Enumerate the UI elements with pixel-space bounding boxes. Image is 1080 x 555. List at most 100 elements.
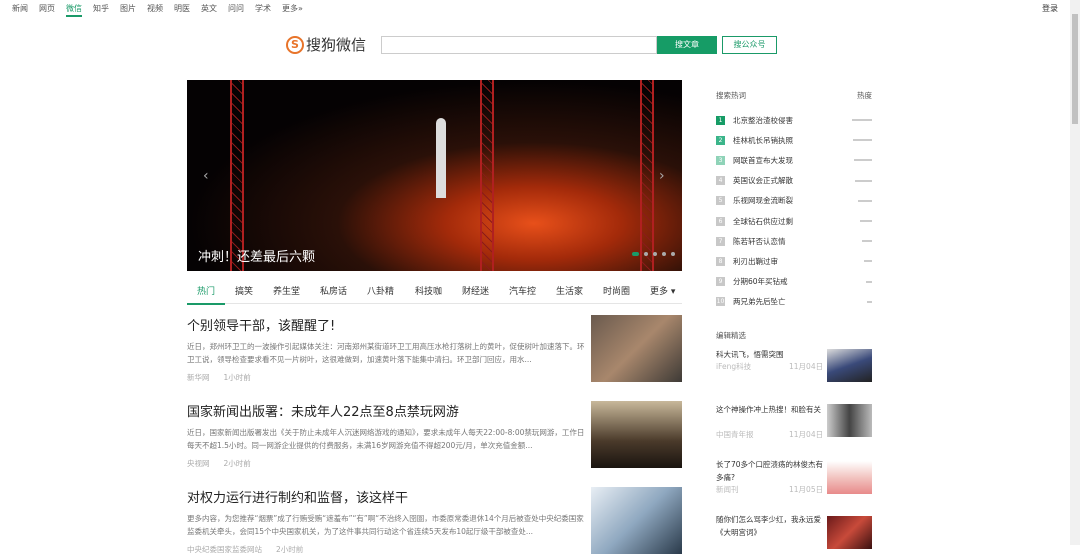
nav-news[interactable]: 新闻 — [12, 3, 28, 14]
hot-search-label[interactable]: 网联首宣布大发现 — [733, 155, 793, 166]
tab-private[interactable]: 私房话 — [320, 284, 347, 297]
article-time: 2小时前 — [276, 545, 304, 554]
carousel-dot[interactable] — [632, 252, 639, 256]
hot-search-item[interactable]: 7 陈若轩否认恋情 — [716, 231, 872, 251]
sogou-weixin-logo[interactable]: S 搜狗微信 — [286, 34, 366, 55]
article-summary: 近日，郑州环卫工的一波操作引起媒体关注：河南郑州某街道环卫工用高压水枪打落树上的… — [187, 342, 585, 364]
tab-auto[interactable]: 汽车控 — [509, 284, 536, 297]
nav-wenwen[interactable]: 问问 — [228, 3, 244, 14]
carousel-dot[interactable] — [653, 252, 657, 256]
tab-gossip[interactable]: 八卦精 — [367, 284, 394, 297]
pick-date: 11月05日 — [789, 485, 824, 494]
pick-date: 11月04日 — [789, 362, 824, 371]
pick-title[interactable]: 随你们怎么骂李少红，我永远爱《大明宫词》 — [716, 513, 824, 539]
article-source[interactable]: 中央纪委国家监委网站 — [187, 545, 262, 554]
article-source[interactable]: 新华网 — [187, 373, 210, 382]
hot-search-label[interactable]: 分期60年买钻戒 — [733, 276, 788, 287]
logo-text: 搜狗微信 — [306, 36, 367, 54]
rank-badge: 6 — [716, 216, 725, 226]
hot-search-item[interactable]: 3 网联首宣布大发现 — [716, 150, 872, 170]
tab-funny[interactable]: 搞笑 — [235, 284, 253, 297]
heat-label: 热度 — [857, 91, 872, 100]
pick-title[interactable]: 长了70多个口腔溃疡的林俊杰有多痛? — [716, 458, 824, 484]
hot-search-item[interactable]: 8 利刃出鞘过审 — [716, 251, 872, 271]
hot-search-item[interactable]: 1 北京整治渣校侵害 — [716, 110, 872, 130]
carousel-prev-icon[interactable]: ‹ — [203, 168, 209, 184]
rank-badge: 10 — [716, 297, 725, 307]
article-item: 国家新闻出版署：未成年人22点至8点禁玩网游 近日，国家新闻出版署发出《关于防止… — [187, 401, 587, 469]
article-thumbnail[interactable] — [591, 315, 682, 382]
login-link[interactable]: 登录 — [1042, 3, 1058, 14]
nav-web[interactable]: 网页 — [39, 3, 55, 14]
tab-life[interactable]: 生活家 — [556, 284, 583, 297]
article-thumbnail[interactable] — [591, 401, 682, 468]
article-source[interactable]: 央视网 — [187, 459, 210, 468]
hot-search-label[interactable]: 两兄弟先后坠亡 — [733, 296, 786, 307]
launch-tower — [230, 80, 244, 271]
pick-thumbnail[interactable] — [827, 349, 872, 382]
heat-bar — [864, 260, 872, 263]
pick-title[interactable]: 这个神操作冲上热搜！和脸有关 — [716, 403, 824, 416]
heat-bar — [852, 119, 872, 122]
hot-search-label[interactable]: 陈若轩否认恋情 — [733, 236, 786, 247]
carousel-caption[interactable]: 冲刺！还差最后六颗 — [198, 246, 315, 265]
hot-search-item[interactable]: 2 桂林机长吊销执照 — [716, 130, 872, 150]
pick-thumbnail[interactable] — [827, 404, 872, 437]
tab-health[interactable]: 养生堂 — [273, 284, 300, 297]
article-title[interactable]: 个别领导干部，该醒醒了! — [187, 315, 587, 334]
hot-search-panel: 搜索热词 热度 1 北京整治渣校侵害 2 桂林机长吊销执照 3 网联首宣布大发现 4 英国议会正… — [716, 90, 872, 312]
hot-search-item[interactable]: 6 全球钻石供应过剩 — [716, 211, 872, 231]
nav-video[interactable]: 视频 — [147, 3, 163, 14]
nav-mingyi[interactable]: 明医 — [174, 3, 190, 14]
rank-badge: 5 — [716, 196, 725, 206]
carousel-image[interactable] — [187, 80, 682, 271]
hot-search-label[interactable]: 利刃出鞘过审 — [733, 256, 778, 267]
heat-bar — [860, 220, 872, 223]
nav-more[interactable]: 更多» — [282, 3, 303, 14]
category-tabs: 热门 搞笑 养生堂 私房话 八卦精 科技咖 财经迷 汽车控 生活家 时尚圈 更多… — [187, 282, 682, 305]
hot-search-item[interactable]: 5 乐视网现金流断裂 — [716, 191, 872, 211]
rank-badge: 9 — [716, 277, 725, 287]
search-input[interactable] — [381, 36, 657, 54]
tab-hot[interactable]: 热门 — [187, 284, 226, 305]
carousel-dot[interactable] — [644, 252, 648, 256]
hot-search-label[interactable]: 乐视网现金流断裂 — [733, 195, 793, 206]
carousel-dot[interactable] — [671, 252, 675, 256]
search-account-button[interactable]: 搜公众号 — [722, 36, 777, 54]
hot-search-label[interactable]: 全球钻石供应过剩 — [733, 216, 793, 227]
top-nav: 新闻 网页 微信 知乎 图片 视频 明医 英文 问问 学术 更多» — [0, 0, 1070, 17]
nav-english[interactable]: 英文 — [201, 3, 217, 14]
tab-fashion[interactable]: 时尚圈 — [603, 284, 630, 297]
nav-scholar[interactable]: 学术 — [255, 3, 271, 14]
scrollbar[interactable] — [1070, 0, 1080, 545]
carousel-dots[interactable] — [632, 252, 675, 256]
rank-badge: 7 — [716, 236, 725, 246]
carousel-next-icon[interactable]: › — [659, 168, 665, 184]
scrollbar-thumb[interactable] — [1072, 14, 1078, 124]
hot-search-item[interactable]: 9 分期60年买钻戒 — [716, 272, 872, 292]
heat-bar — [854, 159, 872, 162]
hot-search-label[interactable]: 桂林机长吊销执照 — [733, 135, 793, 146]
rank-badge: 3 — [716, 155, 725, 165]
tab-finance[interactable]: 财经迷 — [462, 284, 489, 297]
hot-search-label[interactable]: 北京整治渣校侵害 — [733, 115, 793, 126]
tab-more[interactable]: 更多 ▾ — [650, 284, 675, 297]
search-article-button[interactable]: 搜文章 — [657, 36, 717, 54]
hot-search-label[interactable]: 英国议会正式解散 — [733, 175, 793, 186]
rank-badge: 8 — [716, 256, 725, 266]
carousel-dot[interactable] — [662, 252, 666, 256]
pick-thumbnail[interactable] — [827, 461, 872, 494]
pick-thumbnail[interactable] — [827, 516, 872, 549]
article-title[interactable]: 国家新闻出版署：未成年人22点至8点禁玩网游 — [187, 401, 587, 420]
hot-search-item[interactable]: 4 英国议会正式解散 — [716, 171, 872, 191]
heat-bar — [862, 240, 872, 243]
pick-title[interactable]: 科大讯飞，悟需突围 — [716, 348, 824, 361]
nav-weixin[interactable]: 微信 — [66, 3, 82, 17]
nav-zhihu[interactable]: 知乎 — [93, 3, 109, 14]
hot-search-item[interactable]: 10 两兄弟先后坠亡 — [716, 292, 872, 312]
article-thumbnail[interactable] — [591, 487, 682, 554]
nav-images[interactable]: 图片 — [120, 3, 136, 14]
article-title[interactable]: 对权力运行进行制约和监督，该这样干 — [187, 487, 587, 506]
tab-tech[interactable]: 科技咖 — [415, 284, 442, 297]
article-summary: 近日，国家新闻出版署发出《关于防止未成年人沉迷网络游戏的通知》，要求未成年人每天… — [187, 428, 585, 450]
